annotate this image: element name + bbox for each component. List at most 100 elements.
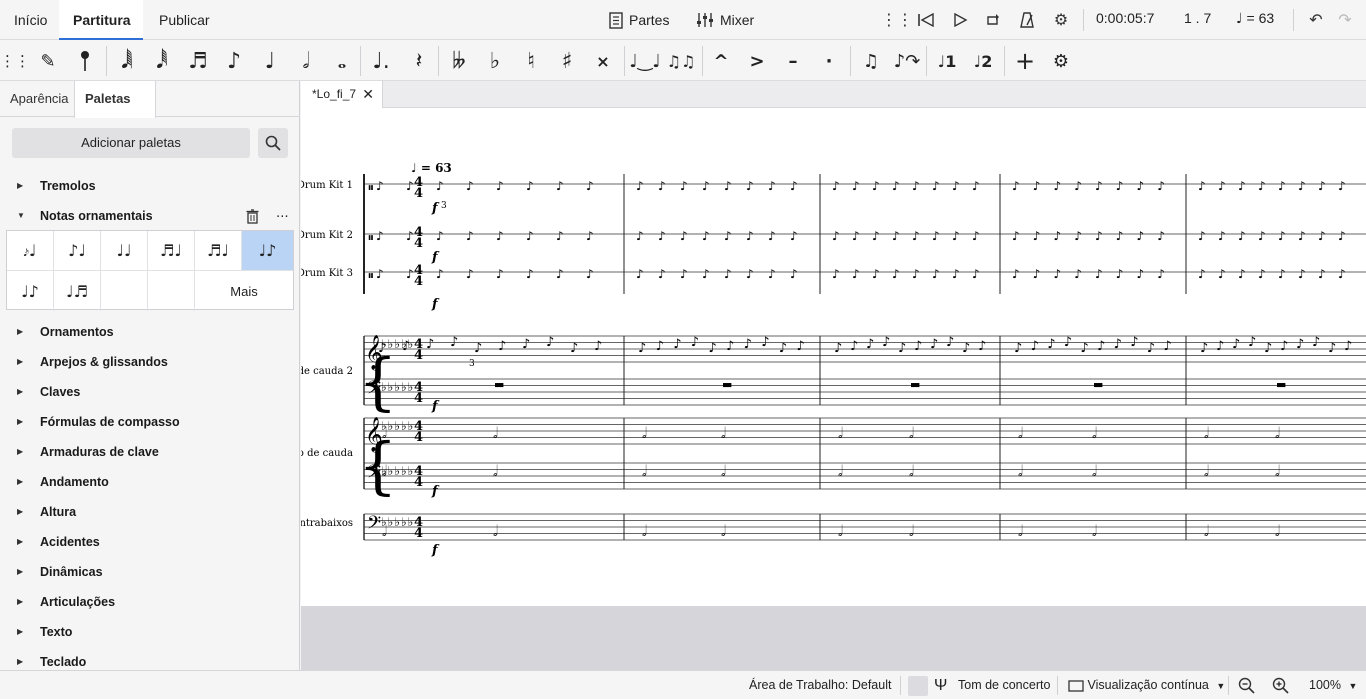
- tenuto-icon[interactable]: –: [778, 47, 808, 75]
- zoom-in-icon[interactable]: [1272, 671, 1289, 699]
- drum-note: ♪: [586, 229, 594, 243]
- staccato-icon[interactable]: ·: [814, 47, 844, 75]
- thirty-second-note-icon[interactable]: 𝅘𝅥𝅱: [147, 47, 177, 75]
- double-sharp-icon[interactable]: ×: [588, 47, 618, 75]
- drum-note: ♪: [526, 179, 534, 193]
- view-mode-selector[interactable]: Visualização contínua ▼: [1068, 671, 1225, 699]
- tempo-marking: ♩ = 63: [411, 161, 452, 175]
- slur-icon[interactable]: ♫♫: [666, 47, 696, 75]
- marcato-icon[interactable]: ^: [706, 47, 736, 75]
- playback-settings-icon[interactable]: ⚙: [1050, 9, 1072, 31]
- palette-section[interactable]: ▶ Arpejos & glissandos: [0, 350, 300, 374]
- concert-pitch-checkbox[interactable]: [908, 676, 928, 696]
- mixer-button[interactable]: Mixer: [696, 8, 754, 32]
- palette-section[interactable]: ▶ Claves: [0, 380, 300, 404]
- rewind-icon[interactable]: [915, 9, 937, 31]
- palette-section[interactable]: ▶ Altura: [0, 500, 300, 524]
- redo-icon[interactable]: ↷: [1334, 9, 1356, 31]
- drum-note: ♪: [466, 267, 474, 281]
- expand-arrow-icon: ▶: [17, 417, 24, 426]
- sixteenth-note-icon[interactable]: ♬: [183, 47, 213, 75]
- palette-section[interactable]: ▶ Articulações: [0, 590, 300, 614]
- drum-note: ♪: [1054, 267, 1062, 281]
- time-signature: 4: [414, 475, 423, 490]
- flat-icon[interactable]: ♭: [480, 47, 510, 75]
- sharp-icon[interactable]: ♯: [552, 47, 582, 75]
- tab-paletas[interactable]: Paletas ⋯: [74, 81, 156, 142]
- grace-after-sixteenth-cell[interactable]: ♩♬: [54, 271, 101, 311]
- trash-icon[interactable]: [246, 204, 259, 228]
- percussion-clef: 𝄥: [368, 231, 373, 245]
- voice-2-icon[interactable]: ♩2: [968, 47, 998, 75]
- add-icon[interactable]: +: [1010, 47, 1040, 75]
- palette-section-tremolos[interactable]: ▶ Tremolos: [0, 174, 300, 198]
- double-flat-icon[interactable]: 𝄫: [444, 47, 474, 75]
- palette-section[interactable]: ▶ Andamento: [0, 470, 300, 494]
- tab-publicar[interactable]: Publicar: [145, 0, 224, 40]
- drum-note: ♪: [1238, 179, 1246, 193]
- chord-note: 𝅗𝅥: [1275, 424, 1280, 442]
- parts-button[interactable]: Partes: [609, 8, 669, 32]
- play-icon[interactable]: [949, 9, 971, 31]
- grace-sixteenth-cell[interactable]: ♬♩: [148, 231, 195, 271]
- pencil-icon[interactable]: ✎: [33, 47, 63, 75]
- acciaccatura-cell[interactable]: 𝆔♩: [7, 231, 54, 271]
- grace-after-eighth-cell[interactable]: ♩♪: [7, 271, 54, 311]
- appoggiatura-cell[interactable]: ♪♩: [54, 231, 101, 271]
- search-button[interactable]: [258, 128, 288, 158]
- grace-thirty-second-cell[interactable]: ♬♩: [195, 231, 242, 271]
- tie-icon[interactable]: ♩‿♩: [629, 47, 660, 75]
- toolbar-settings-icon[interactable]: ⚙: [1046, 47, 1076, 75]
- half-note-icon[interactable]: 𝅗𝅥: [291, 47, 321, 75]
- zoom-level-selector[interactable]: 100% ▼: [1309, 671, 1357, 699]
- expand-arrow-icon: ▶: [17, 477, 24, 486]
- bass-note: 𝅗𝅥: [493, 522, 498, 540]
- zoom-out-icon[interactable]: [1238, 671, 1255, 699]
- palette-section-grace-notes[interactable]: ▼ Notas ornamentais ⋯: [0, 204, 300, 228]
- drag-handle-icon[interactable]: ⋮⋮: [0, 47, 30, 75]
- dotted-note-icon[interactable]: ♩.: [366, 47, 396, 75]
- score-canvas[interactable]: ♩ = 63 Drum Kit 1 𝄥 4 4 ♪ ♪ ♪ ♪ ♪ ♪ ♪ ♪ ♪ ♪ ♪ ♪ ♪ ♪ ♪ ♪ ♪ ♪ ♪ ♪ ♪…: [301, 108, 1366, 606]
- pin-icon[interactable]: [70, 47, 100, 75]
- drum-note: ♪: [872, 179, 880, 193]
- tab-partitura[interactable]: Partitura: [59, 0, 143, 40]
- melody-note: ♪: [1097, 339, 1105, 354]
- grace-quarter-cell[interactable]: ♩♩: [101, 231, 148, 271]
- grace-after-cell[interactable]: ♩♪: [242, 231, 293, 271]
- palette-section[interactable]: ▶ Texto: [0, 620, 300, 644]
- toolbar-divider: [438, 46, 439, 76]
- concert-pitch-label[interactable]: Tom de concerto: [958, 671, 1050, 699]
- add-palettes-button[interactable]: Adicionar paletas: [12, 128, 250, 158]
- quarter-note-icon[interactable]: ♩: [255, 47, 285, 75]
- tab-aparencia[interactable]: Aparência: [0, 81, 79, 117]
- document-tab[interactable]: *Lo_fi_7 ✕: [301, 81, 383, 108]
- loop-icon[interactable]: [982, 9, 1004, 31]
- drum-note: ♪: [1238, 229, 1246, 243]
- palette-section[interactable]: ▶ Fórmulas de compasso: [0, 410, 300, 434]
- palette-section[interactable]: ▶ Ornamentos: [0, 320, 300, 344]
- palette-section[interactable]: ▶ Dinâmicas: [0, 560, 300, 584]
- metronome-icon[interactable]: [1016, 9, 1038, 31]
- section-more-icon[interactable]: ⋯: [276, 204, 289, 228]
- drum-note: ♪: [768, 179, 776, 193]
- score-view[interactable]: ♩ = 63 Drum Kit 1 𝄥 4 4 ♪ ♪ ♪ ♪ ♪ ♪ ♪ ♪ ♪ ♪ ♪ ♪ ♪ ♪ ♪ ♪ ♪ ♪ ♪ ♪ ♪…: [301, 108, 1366, 606]
- rest-icon[interactable]: 𝄽: [404, 47, 434, 75]
- natural-icon[interactable]: ♮: [516, 47, 546, 75]
- flip-direction-icon[interactable]: ♪↷: [892, 47, 922, 75]
- more-button[interactable]: Mais: [195, 271, 293, 311]
- eighth-note-icon[interactable]: ♪: [219, 47, 249, 75]
- undo-icon[interactable]: ↶: [1305, 9, 1327, 31]
- sixty-fourth-note-icon[interactable]: 𝅘𝅥𝅲: [112, 47, 142, 75]
- palette-section[interactable]: ▶ Armaduras de clave: [0, 440, 300, 464]
- drag-handle-icon[interactable]: ⋮⋮: [881, 9, 913, 31]
- whole-note-icon[interactable]: 𝅝: [327, 47, 357, 75]
- bass-note: 𝅗𝅥: [838, 462, 843, 480]
- accent-icon[interactable]: >: [742, 47, 772, 75]
- workspace-selector[interactable]: Área de Trabalho: Default: [749, 671, 891, 699]
- palette-section[interactable]: ▶ Acidentes: [0, 530, 300, 554]
- tuplet-icon[interactable]: ♫: [856, 47, 886, 75]
- drum-note: ♪: [768, 267, 776, 281]
- voice-1-icon[interactable]: ♩1: [932, 47, 962, 75]
- close-icon[interactable]: ✕: [362, 81, 374, 108]
- tab-inicio[interactable]: Início: [0, 0, 61, 40]
